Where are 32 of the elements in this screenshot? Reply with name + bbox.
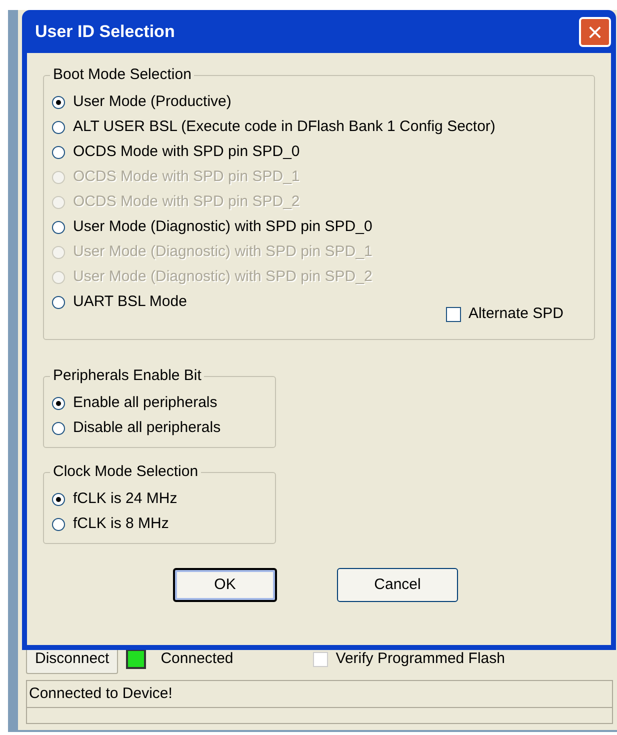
- radio-label: OCDS Mode with SPD pin SPD_2: [73, 192, 300, 212]
- radio-label: OCDS Mode with SPD pin SPD_0: [73, 142, 300, 162]
- connection-status: Connected: [160, 648, 234, 669]
- dialog-button[interactable]: Cancel: [337, 568, 458, 602]
- checkbox-label: Alternate SPD: [468, 304, 564, 324]
- radio-button[interactable]: [52, 146, 65, 159]
- radio-label: fCLK is 24 MHz: [73, 489, 178, 510]
- radio-button[interactable]: [52, 397, 65, 410]
- radio-button[interactable]: [52, 518, 65, 531]
- radio-button[interactable]: [52, 221, 65, 234]
- radio-label: User Mode (Diagnostic) with SPD pin SPD_0: [73, 217, 372, 238]
- radio-button[interactable]: [52, 493, 65, 506]
- radio-button[interactable]: [52, 96, 65, 109]
- radio-label: Disable all peripherals: [73, 418, 221, 438]
- radio-label: User Mode (Diagnostic) with SPD pin SPD_1: [73, 242, 372, 262]
- radio-label: User Mode (Diagnostic) with SPD pin SPD_2: [73, 267, 372, 288]
- radio-label: ALT USER BSL (Execute code in DFlash Bank 1 Config Sector): [73, 117, 496, 138]
- checkbox-label: Verify Programmed Flash: [336, 648, 505, 669]
- window-title: User ID Selection: [35, 20, 175, 43]
- radio-label: fCLK is 8 MHz: [73, 514, 169, 534]
- radio-button[interactable]: [52, 296, 65, 309]
- dialog-button[interactable]: OK: [173, 568, 277, 602]
- checkbox[interactable]: [446, 307, 461, 322]
- group-title: Peripherals Enable Bit: [50, 367, 204, 385]
- radio-label: User Mode (Productive): [73, 92, 232, 112]
- radio-label: UART BSL Mode: [73, 292, 187, 312]
- radio-button[interactable]: [52, 121, 65, 134]
- radio-label: Enable all peripherals: [73, 393, 218, 414]
- status-bar: Connected to Device!: [26, 680, 613, 708]
- radio-label: OCDS Mode with SPD pin SPD_1: [73, 167, 300, 188]
- radio-button[interactable]: [52, 422, 65, 435]
- close-button[interactable]: ×: [579, 16, 611, 46]
